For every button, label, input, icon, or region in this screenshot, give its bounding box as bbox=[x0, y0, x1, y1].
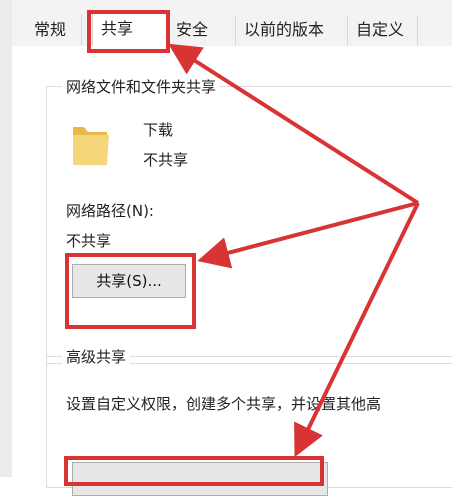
tab-security[interactable]: 安全 bbox=[168, 15, 236, 45]
folder-share-status: 不共享 bbox=[143, 151, 189, 169]
annotation-box-share-button bbox=[65, 253, 196, 329]
advanced-sharing-description: 设置自定义权限，创建多个共享，并设置其他高 bbox=[66, 395, 382, 413]
annotation-box-sharing-tab bbox=[87, 10, 170, 53]
folder-icon bbox=[73, 127, 109, 165]
tab-bar: 常规 共享 安全 以前的版本 自定义 bbox=[12, 0, 452, 47]
tab-general[interactable]: 常规 bbox=[26, 15, 82, 45]
tab-customize[interactable]: 自定义 bbox=[348, 15, 418, 45]
folder-name: 下载 bbox=[143, 121, 174, 139]
network-sharing-title: 网络文件和文件夹共享 bbox=[62, 76, 221, 97]
advanced-sharing-title: 高级共享 bbox=[62, 346, 131, 367]
annotation-box-advanced-button bbox=[64, 456, 324, 486]
network-path-value: 不共享 bbox=[66, 232, 112, 250]
network-path-label: 网络路径(N): bbox=[66, 202, 154, 220]
tab-previous-versions[interactable]: 以前的版本 bbox=[236, 15, 348, 45]
